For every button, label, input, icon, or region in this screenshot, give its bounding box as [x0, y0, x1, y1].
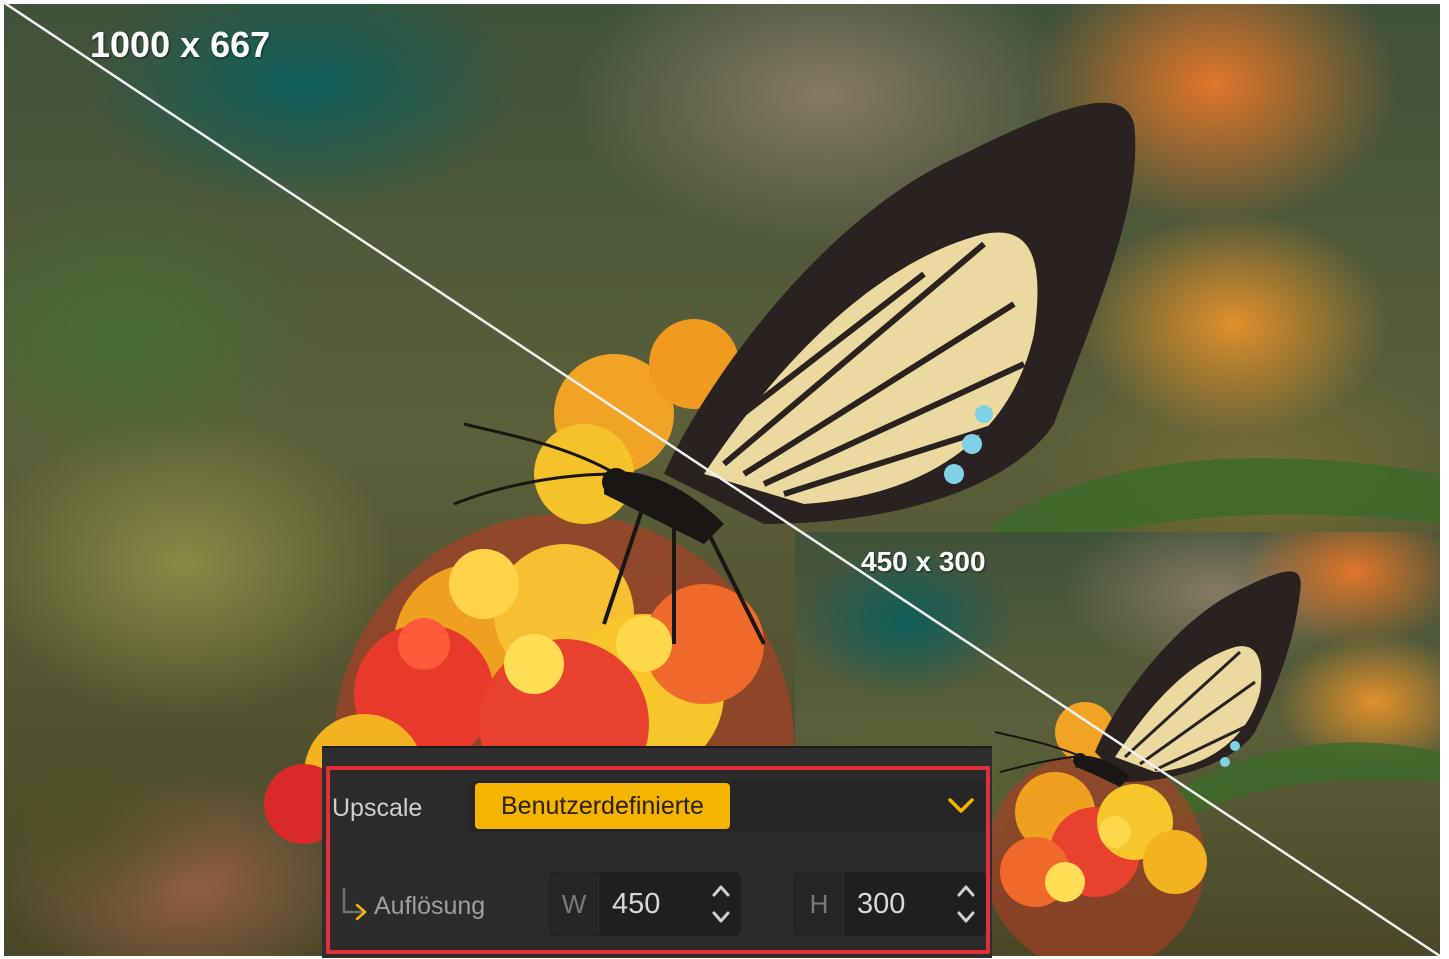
comparison-stage: 1000 x 667 450 x 300 Upscale Benutzerdef… — [0, 0, 1449, 959]
chevron-down-icon[interactable] — [947, 795, 975, 817]
width-prefix: W — [550, 873, 599, 935]
upscale-selected-value[interactable]: Benutzerdefinierte — [475, 783, 730, 829]
upscale-label: Upscale — [332, 794, 423, 822]
stepper-icon[interactable] — [955, 881, 977, 927]
height-field[interactable]: H 300 — [794, 872, 986, 936]
upscale-settings-panel: Upscale Benutzerdefinierte Auflösung W 4… — [322, 746, 992, 958]
original-size-label: 1000 x 667 — [90, 24, 271, 65]
resolution-label: Auflösung — [374, 892, 486, 920]
height-value[interactable]: 300 — [857, 873, 905, 935]
height-prefix: H — [795, 873, 844, 935]
upscale-dropdown[interactable]: Benutzerdefinierte — [468, 780, 986, 834]
stepper-icon[interactable] — [710, 881, 732, 927]
upscale-row: Upscale Benutzerdefinierte — [330, 776, 986, 842]
sub-item-arrow-icon — [342, 888, 367, 921]
resolution-row: Auflösung W 450 H 300 — [330, 866, 986, 946]
width-field[interactable]: W 450 — [549, 872, 741, 936]
width-value[interactable]: 450 — [612, 873, 660, 935]
resized-size-label: 450 x 300 — [861, 546, 986, 577]
highlight-frame: Upscale Benutzerdefinierte Auflösung W 4… — [326, 766, 990, 954]
